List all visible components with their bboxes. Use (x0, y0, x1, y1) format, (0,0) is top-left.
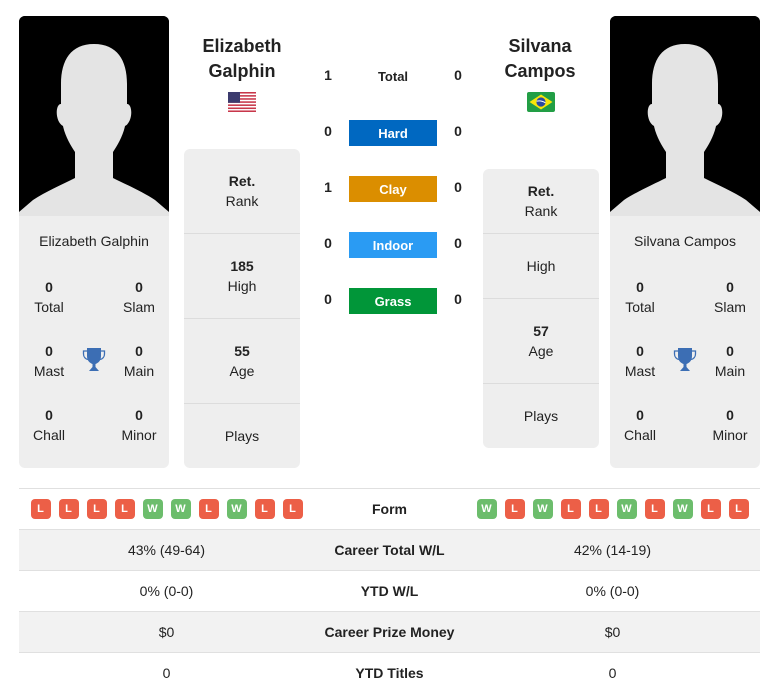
table-row: 43% (49-64) Career Total W/L 42% (14-19) (19, 529, 760, 570)
player1-rank: Ret. Rank (184, 149, 300, 234)
form-label: Form (372, 501, 407, 517)
player1-form: LLLLWWLWLL (19, 499, 314, 519)
player1-titles-minor: 0 Minor (121, 407, 157, 443)
table-row: 0 YTD Titles 0 (19, 652, 760, 693)
form-loss-badge[interactable]: L (504, 499, 525, 519)
brazil-flag-icon (527, 92, 555, 112)
surface-indoor-badge[interactable]: Indoor (349, 232, 437, 258)
silhouette-icon (19, 16, 169, 216)
player1-titles-main: 0 Main (123, 343, 155, 379)
table-row: $0 Career Prize Money $0 (19, 611, 760, 652)
us-flag-icon (228, 92, 256, 112)
player2-photo (610, 16, 760, 216)
player2-titles-main: 0 Main (714, 343, 746, 379)
form-loss-badge[interactable]: L (700, 499, 721, 519)
player1-plays: Plays (224, 428, 260, 444)
surface-hard-badge[interactable]: Hard (349, 120, 437, 146)
player1-high: 185 High (184, 234, 300, 319)
player2-titles-mast: 0 Mast (624, 343, 656, 379)
player2-name[interactable]: Silvana Campos (470, 34, 610, 84)
player2-fullname: Silvana Campos (634, 233, 736, 249)
player1-career-prize: $0 (158, 624, 175, 640)
h2h-total-p1: 1 (324, 67, 332, 83)
h2h-grass-p1: 0 (324, 291, 332, 307)
player1-ytd-wl: 0% (0-0) (139, 583, 194, 599)
ytd-wl-label: YTD W/L (360, 583, 419, 599)
player1-age: 55 Age (184, 319, 300, 404)
player1-titles-total: 0 Total (34, 279, 64, 315)
player1-rank-card: Ret. Rank 185 High 55 Age Plays (184, 149, 300, 468)
form-win-badge[interactable]: W (532, 499, 553, 519)
player2-career-prize: $0 (604, 624, 621, 640)
career-total-wl-label: Career Total W/L (334, 542, 445, 558)
player1-ytd-titles: 0 (162, 665, 171, 681)
h2h-clay-p2: 0 (454, 179, 462, 195)
form-loss-badge[interactable]: L (198, 499, 219, 519)
form-loss-badge[interactable]: L (728, 499, 749, 519)
form-win-badge[interactable]: W (476, 499, 497, 519)
form-win-badge[interactable]: W (226, 499, 247, 519)
table-row: 0% (0-0) YTD W/L 0% (0-0) (19, 570, 760, 611)
form-win-badge[interactable]: W (616, 499, 637, 519)
player2-plays: Plays (523, 408, 559, 424)
form-win-badge[interactable]: W (170, 499, 191, 519)
h2h-clay-p1: 1 (324, 179, 332, 195)
surface-clay-badge[interactable]: Clay (349, 176, 437, 202)
form-loss-badge[interactable]: L (644, 499, 665, 519)
h2h-hard-p1: 0 (324, 123, 332, 139)
player1-photo (19, 16, 169, 216)
form-loss-badge[interactable]: L (86, 499, 107, 519)
trophy-icon (673, 347, 697, 373)
surface-grass-badge[interactable]: Grass (349, 288, 437, 314)
form-loss-badge[interactable]: L (588, 499, 609, 519)
player1-fullname: Elizabeth Galphin (39, 233, 149, 249)
form-loss-badge[interactable]: L (254, 499, 275, 519)
career-prize-label: Career Prize Money (324, 624, 455, 640)
player2-titles-slam: 0 Slam (714, 279, 746, 315)
player2-name-line2: Campos (504, 61, 576, 81)
player2-ytd-wl: 0% (0-0) (585, 583, 640, 599)
player2-rank: Ret. Rank (483, 169, 599, 234)
silhouette-icon (610, 16, 760, 216)
form-loss-badge[interactable]: L (30, 499, 51, 519)
h2h-hard-p2: 0 (454, 123, 462, 139)
player2-name-line1: Silvana (508, 36, 572, 56)
form-win-badge[interactable]: W (142, 499, 163, 519)
player1-career-total-wl: 43% (49-64) (127, 542, 206, 558)
form-loss-badge[interactable]: L (114, 499, 135, 519)
form-loss-badge[interactable]: L (58, 499, 79, 519)
player1-name[interactable]: Elizabeth Galphin (172, 34, 312, 84)
form-loss-badge[interactable]: L (560, 499, 581, 519)
player2-titles-minor: 0 Minor (712, 407, 748, 443)
player1-name-line2: Galphin (208, 61, 276, 81)
player2-rank-card: Ret. Rank High 57 Age Plays (483, 169, 599, 448)
h2h-total-label: Total (377, 69, 409, 84)
form-win-badge[interactable]: W (672, 499, 693, 519)
player2-career-total-wl: 42% (14-19) (573, 542, 652, 558)
ytd-titles-label: YTD Titles (355, 665, 424, 681)
h2h-indoor-p1: 0 (324, 235, 332, 251)
trophy-icon (82, 347, 106, 373)
player2-age: 57 Age (483, 299, 599, 384)
player1-titles-chall: 0 Chall (33, 407, 65, 443)
form-row: LLLLWWLWLL Form WLWLLWLWLL (19, 488, 760, 529)
player2-titles-chall: 0 Chall (624, 407, 656, 443)
comparison-table: LLLLWWLWLL Form WLWLLWLWLL 43% (49-64) C… (19, 488, 760, 693)
player1-name-line1: Elizabeth (202, 36, 282, 56)
player1-titles-mast: 0 Mast (33, 343, 65, 379)
h2h-indoor-p2: 0 (454, 235, 462, 251)
form-loss-badge[interactable]: L (282, 499, 303, 519)
h2h-grass-p2: 0 (454, 291, 462, 307)
player2-high: High (483, 234, 599, 299)
player2-ytd-titles: 0 (608, 665, 617, 681)
player2-titles-total: 0 Total (625, 279, 655, 315)
player1-titles-slam: 0 Slam (123, 279, 155, 315)
player2-form: WLWLLWLWLL (465, 499, 760, 519)
h2h-total-p2: 0 (454, 67, 462, 83)
